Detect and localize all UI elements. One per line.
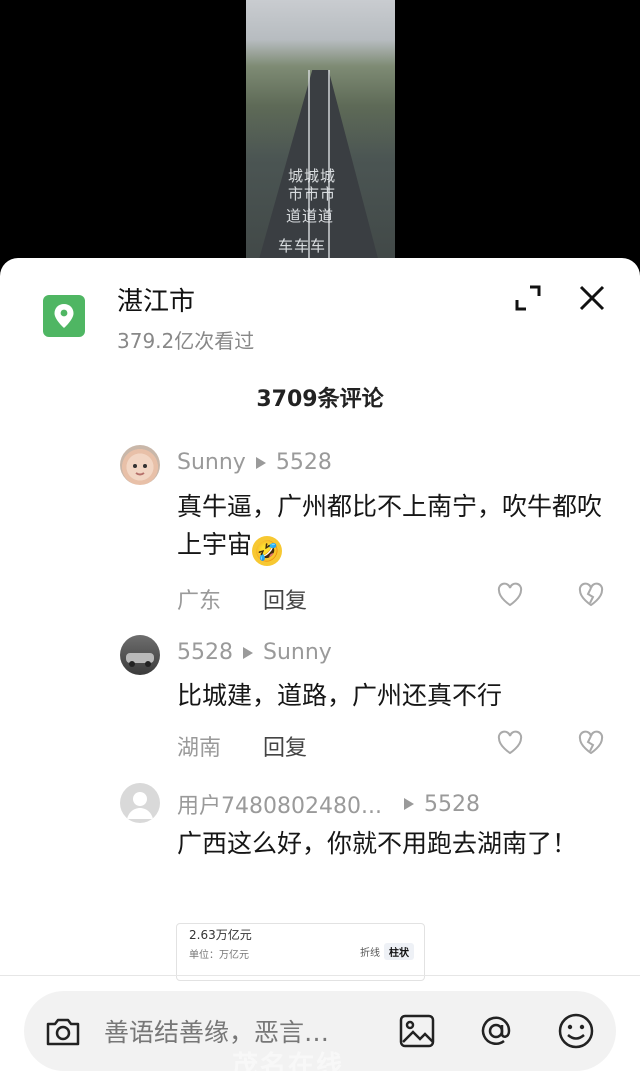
heart-icon[interactable] xyxy=(496,581,524,609)
video-overlay-text: 市市市 xyxy=(288,185,337,203)
avatar[interactable] xyxy=(120,445,160,485)
reply-to-username[interactable]: 5528 xyxy=(276,450,332,475)
comment-text: 真牛逼，广州都比不上南宁，吹牛都吹上宇宙 🤣 xyxy=(177,488,607,566)
reply-button[interactable]: 回复 xyxy=(263,730,307,762)
comments-count: 3709条评论 xyxy=(256,387,384,412)
smiley-icon[interactable] xyxy=(555,1010,597,1052)
reply-to-username[interactable]: 5528 xyxy=(424,792,480,817)
close-icon[interactable] xyxy=(578,284,606,312)
play-triangle-icon xyxy=(255,456,266,469)
broken-heart-icon[interactable] xyxy=(577,729,605,757)
reply-to-username[interactable]: Sunny xyxy=(263,640,332,665)
comment-meta: Sunny 5528 xyxy=(177,450,332,475)
video-overlay-text: 车车车 xyxy=(278,237,327,255)
avatar[interactable] xyxy=(120,783,160,823)
username[interactable]: 用户7480802480... xyxy=(177,788,382,820)
avatar[interactable] xyxy=(120,635,160,675)
comment-text: 比城建，道路，广州还真不行 xyxy=(177,681,503,710)
view-count: 379.2亿次看过 xyxy=(117,329,255,353)
at-icon[interactable] xyxy=(475,1010,517,1052)
reply-button[interactable]: 回复 xyxy=(263,583,307,615)
divider xyxy=(0,975,640,976)
play-triangle-icon xyxy=(243,646,253,659)
comment-text: 广西这么好，你就不用跑去湖南了！ xyxy=(177,829,578,858)
location-pin-icon[interactable] xyxy=(43,295,85,337)
image-unit: 单位：万亿元 xyxy=(189,950,249,961)
location-title[interactable]: 湛江市 xyxy=(117,281,195,318)
comment-input[interactable]: 善语结善缘，恶言… xyxy=(104,1013,329,1049)
comment-location: 广东 xyxy=(177,589,222,614)
username[interactable]: 5528 xyxy=(177,640,233,665)
rofl-emoji-icon: 🤣 xyxy=(252,536,283,566)
video-overlay-text: 道道道 xyxy=(286,207,335,225)
expand-icon[interactable] xyxy=(514,284,542,312)
play-triangle-icon xyxy=(403,798,414,810)
image-icon[interactable] xyxy=(396,1010,438,1052)
image-value: 2.63万亿元 xyxy=(189,928,252,942)
comment-image[interactable]: 2.63万亿元 单位：万亿元 折线 柱状 xyxy=(176,923,425,981)
heart-icon[interactable] xyxy=(496,729,524,757)
image-tab-line: 折线 xyxy=(360,948,380,959)
camera-icon[interactable] xyxy=(42,1010,84,1052)
comment-meta: 5528 Sunny xyxy=(177,640,332,665)
comment-location: 湖南 xyxy=(177,736,222,761)
broken-heart-icon[interactable] xyxy=(577,581,605,609)
video-player[interactable]: 城城城 市市市 道道道 车车车 xyxy=(246,0,395,265)
watermark-url: WWW.GDMM.COM xyxy=(312,1070,404,1081)
image-tab-bar: 柱状 xyxy=(384,943,414,960)
comment-meta: 用户7480802480... 5528 xyxy=(177,788,480,820)
username[interactable]: Sunny xyxy=(177,450,246,475)
